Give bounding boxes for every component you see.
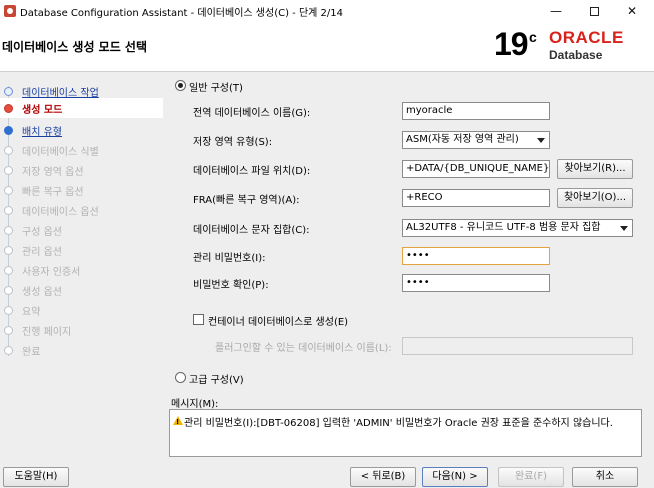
db-file-location-label: 데이터베이스 파일 위치(D): — [193, 166, 311, 177]
fra-label: FRA(빠른 복구 영역)(A): — [193, 195, 300, 206]
pluggable-db-label: 플러그인할 수 있는 데이터베이스 이름(L): — [215, 343, 392, 354]
maximize-icon — [589, 6, 599, 16]
minimize-button[interactable]: — — [538, 0, 574, 22]
step-indicator-icon — [4, 225, 13, 235]
chevron-down-icon — [620, 226, 628, 231]
footer-bar: 도움말(H) < 뒤로(B) 다음(N) > 완료(F) 취소 — [0, 462, 654, 488]
step-label: 요약 — [22, 306, 41, 318]
storage-type-value: ASM(자동 저장 영역 관리) — [406, 134, 519, 145]
help-button[interactable]: 도움말(H) — [3, 467, 69, 487]
next-button[interactable]: 다음(N) > — [422, 467, 488, 487]
app-icon — [4, 5, 16, 17]
dbca-window: Database Configuration Assistant - 데이터베이… — [0, 0, 654, 488]
page-title: 데이터베이스 생성 모드 선택 — [2, 40, 148, 54]
step-label: 데이터베이스 옵션 — [22, 206, 99, 218]
chevron-down-icon — [537, 138, 545, 143]
global-db-name-input[interactable]: myoracle — [402, 102, 550, 120]
step-indicator-icon — [4, 245, 13, 255]
typical-config-label[interactable]: 일반 구성(T) — [189, 79, 243, 94]
step-deployment-type[interactable]: 배치 유형 — [0, 120, 163, 140]
finish-button[interactable]: 완료(F) — [498, 467, 564, 487]
step-summary: 요약 — [0, 300, 163, 320]
step-indicator-icon — [4, 205, 13, 215]
step-configuration-options: 구성 옵션 — [0, 220, 163, 240]
step-creation-option: 생성 옵션 — [0, 280, 163, 300]
step-label: 생성 모드 — [22, 104, 63, 116]
step-label: 진행 페이지 — [22, 326, 72, 338]
browse-fra-button[interactable]: 찾아보기(O)... — [557, 188, 633, 208]
typical-config-radio[interactable] — [175, 80, 186, 91]
charset-value: AL32UTF8 - 유니코드 UTF-8 범용 문자 집합 — [406, 222, 601, 233]
step-navigator: 데이터베이스 작업 생성 모드 배치 유형 데이터베이스 식별 저장 영역 옵션… — [0, 72, 163, 462]
step-creation-mode[interactable]: 생성 모드 — [0, 98, 163, 118]
step-finish: 완료 — [0, 340, 163, 360]
step-indicator-icon — [4, 86, 13, 96]
brand-version: 19 — [494, 26, 529, 62]
messages-panel: ! 관리 비밀번호(I):[DBT-06208] 입력한 'ADMIN' 비밀번… — [169, 409, 642, 457]
container-db-label[interactable]: 컨테이너 데이터베이스로 생성(E) — [208, 313, 348, 328]
message-text: 관리 비밀번호(I):[DBT-06208] 입력한 'ADMIN' 비밀번호가… — [184, 418, 613, 429]
step-label: 관리 옵션 — [22, 246, 62, 258]
admin-password-input[interactable]: •••• — [402, 247, 550, 265]
step-label: 사용자 인증서 — [22, 266, 81, 278]
storage-type-select[interactable]: ASM(자동 저장 영역 관리) — [402, 131, 550, 149]
charset-select[interactable]: AL32UTF8 - 유니코드 UTF-8 범용 문자 집합 — [402, 219, 633, 237]
step-progress-page: 진행 페이지 — [0, 320, 163, 340]
step-label: 데이터베이스 작업 — [22, 87, 99, 99]
admin-password-label: 관리 비밀번호(I): — [193, 253, 266, 264]
back-button[interactable]: < 뒤로(B) — [350, 467, 416, 487]
advanced-config-label[interactable]: 고급 구성(V) — [189, 371, 244, 386]
step-indicator-icon — [4, 125, 13, 135]
step-indicator-icon — [4, 165, 13, 175]
step-indicator-icon — [4, 285, 13, 295]
storage-type-label: 저장 영역 유형(S): — [193, 137, 273, 148]
step-indicator-icon — [4, 265, 13, 275]
fra-input[interactable]: +RECO — [402, 189, 550, 207]
global-db-name-label: 전역 데이터베이스 이름(G): — [193, 108, 311, 119]
step-label: 빠른 복구 옵션 — [22, 186, 84, 198]
step-indicator-icon — [4, 345, 13, 355]
step-indicator-icon — [4, 185, 13, 195]
pluggable-db-input[interactable] — [402, 337, 633, 355]
advanced-config-radio[interactable] — [175, 372, 186, 383]
step-indicator-icon — [4, 103, 13, 113]
step-database-identification: 데이터베이스 식별 — [0, 140, 163, 160]
step-database-options: 데이터베이스 옵션 — [0, 200, 163, 220]
step-label: 완료 — [22, 346, 41, 358]
charset-label: 데이터베이스 문자 집합(C): — [193, 225, 310, 236]
close-icon: ✕ — [626, 4, 638, 18]
container-db-checkbox[interactable] — [193, 314, 204, 325]
title-bar: Database Configuration Assistant - 데이터베이… — [0, 0, 654, 22]
close-button[interactable]: ✕ — [614, 0, 650, 22]
window-title: Database Configuration Assistant - 데이터베이… — [20, 7, 343, 19]
db-file-location-input[interactable]: +DATA/{DB_UNIQUE_NAME} — [402, 160, 550, 178]
step-management-options: 관리 옵션 — [0, 240, 163, 260]
step-label: 데이터베이스 식별 — [22, 146, 99, 158]
brand-sub: Database — [549, 48, 603, 62]
cancel-button[interactable]: 취소 — [572, 467, 638, 487]
maximize-button[interactable] — [576, 0, 612, 22]
step-label: 구성 옵션 — [22, 226, 62, 238]
minimize-icon: — — [550, 4, 562, 18]
step-indicator-icon — [4, 145, 13, 155]
step-label: 생성 옵션 — [22, 286, 62, 298]
step-label: 저장 영역 옵션 — [22, 166, 84, 178]
step-indicator-icon — [4, 325, 13, 335]
step-fast-recovery-option: 빠른 복구 옵션 — [0, 180, 163, 200]
browse-db-file-button[interactable]: 찾아보기(R)... — [557, 159, 633, 179]
step-user-credentials: 사용자 인증서 — [0, 260, 163, 280]
confirm-password-label: 비밀번호 확인(P): — [193, 280, 269, 291]
brand-version-suffix: c — [529, 29, 537, 45]
step-label: 배치 유형 — [22, 126, 62, 138]
page-header: 데이터베이스 생성 모드 선택 19 c ORACLE Database — [0, 22, 654, 72]
messages-label: 메시지(M): — [171, 399, 219, 410]
brand-name: ORACLE — [549, 28, 624, 47]
main-panel: 일반 구성(T) 전역 데이터베이스 이름(G): myoracle 저장 영역… — [163, 72, 654, 462]
confirm-password-input[interactable]: •••• — [402, 274, 550, 292]
step-indicator-icon — [4, 305, 13, 315]
step-storage-option: 저장 영역 옵션 — [0, 160, 163, 180]
